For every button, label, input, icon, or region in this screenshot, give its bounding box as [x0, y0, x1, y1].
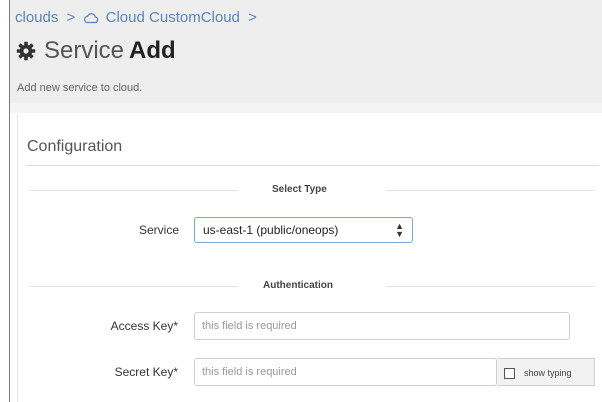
access-key-placeholder: this field is required — [202, 320, 297, 332]
page-subtitle: Add new service to cloud. — [17, 82, 143, 94]
service-select-value: us-east-1 (public/oneops) — [203, 223, 339, 237]
select-arrows-icon: ▲ ▼ — [395, 221, 404, 239]
panel-title: Configuration — [27, 138, 123, 155]
section-divider — [28, 286, 238, 287]
show-typing-label: show typing — [524, 368, 572, 378]
header-spacer — [10, 103, 602, 113]
access-key-label: Access Key* — [110, 319, 178, 333]
section-divider — [386, 190, 596, 191]
cloud-icon — [83, 11, 99, 28]
access-key-input[interactable]: this field is required — [194, 312, 570, 340]
breadcrumb-cloud-prefix: Cloud — [105, 9, 145, 26]
secret-key-input[interactable]: this field is required — [194, 358, 497, 386]
show-typing-toggle[interactable]: show typing — [497, 358, 595, 386]
gear-icon — [16, 40, 36, 68]
breadcrumb-separator: > — [248, 9, 257, 26]
title-text: Service — [44, 37, 125, 64]
select-type-heading: Select Type — [272, 184, 327, 195]
breadcrumb-cloud-link[interactable]: Cloud CustomCloud — [106, 9, 240, 26]
title-action: Add — [129, 37, 176, 64]
page-title: Service Add — [16, 37, 176, 68]
breadcrumb-clouds-link[interactable]: clouds — [15, 9, 58, 26]
secret-key-placeholder: this field is required — [202, 366, 297, 378]
show-typing-checkbox[interactable] — [504, 368, 515, 379]
breadcrumb-cloud-name: CustomCloud — [149, 9, 240, 26]
secret-key-label: Secret Key* — [114, 365, 178, 379]
configuration-panel: Configuration Select Type Service us-eas… — [17, 114, 602, 402]
breadcrumb: clouds > Cloud CustomCloud > — [15, 9, 261, 28]
service-label: Service — [138, 223, 179, 237]
section-divider — [386, 286, 596, 287]
service-select[interactable]: us-east-1 (public/oneops) ▲ ▼ — [194, 217, 413, 243]
page-header: clouds > Cloud CustomCloud > Service Add… — [10, 0, 602, 103]
section-divider — [28, 190, 238, 191]
breadcrumb-separator: > — [66, 9, 76, 26]
authentication-heading: Authentication — [263, 280, 333, 291]
panel-divider — [26, 165, 599, 166]
